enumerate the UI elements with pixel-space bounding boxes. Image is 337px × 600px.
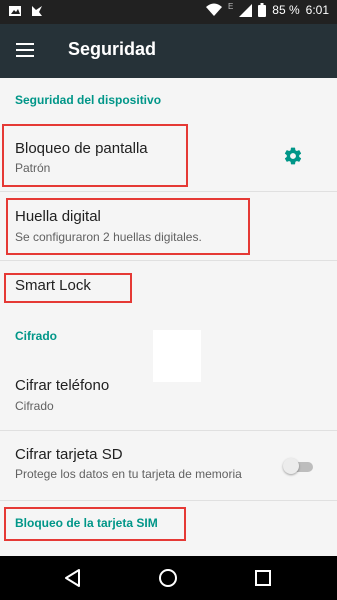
page-title: Seguridad: [68, 39, 157, 59]
encrypt-sd-subtitle: Protege los datos en tu tarjeta de memor…: [15, 467, 242, 481]
gear-icon[interactable]: [283, 146, 303, 166]
status-bar: E 85 % 6:01: [0, 0, 337, 24]
battery-percent: 85 %: [272, 3, 300, 17]
menu-icon[interactable]: [16, 40, 38, 60]
section-header-device: Seguridad del dispositivo: [15, 93, 162, 107]
recents-icon[interactable]: [253, 568, 273, 588]
screen-lock-subtitle: Patrón: [15, 161, 51, 175]
wifi-icon: [205, 3, 222, 16]
clock: 6:01: [305, 3, 329, 17]
encrypt-phone-subtitle: Cifrado: [15, 399, 54, 413]
section-header-encryption: Cifrado: [15, 329, 57, 343]
navigation-bar: [0, 556, 337, 600]
screen-lock-title: Bloqueo de pantalla: [15, 140, 148, 157]
divider: [0, 500, 337, 501]
app-bar: Seguridad: [0, 24, 337, 78]
encrypt-sd-item[interactable]: Cifrar tarjeta SD Protege los datos en t…: [0, 431, 337, 501]
back-icon[interactable]: [63, 568, 83, 588]
section-header-sim: Bloqueo de la tarjeta SIM: [15, 516, 158, 530]
flag-icon: [32, 6, 42, 16]
smart-lock-title: Smart Lock: [15, 277, 91, 294]
smart-lock-item[interactable]: Smart Lock: [0, 261, 337, 313]
network-type-label: E: [227, 1, 234, 11]
signal-icon: [239, 3, 253, 17]
fingerprint-item[interactable]: Huella digital Se configuraron 2 huellas…: [0, 192, 337, 260]
encrypt-sd-toggle[interactable]: [283, 458, 313, 474]
screen-lock-item[interactable]: Bloqueo de pantalla Patrón: [0, 122, 337, 190]
blank-overlay: [153, 330, 201, 382]
encrypt-sd-title: Cifrar tarjeta SD: [15, 446, 123, 463]
settings-list: Seguridad del dispositivo Bloqueo de pan…: [0, 78, 337, 556]
encrypt-phone-title: Cifrar teléfono: [15, 377, 110, 394]
battery-icon: [258, 3, 267, 17]
home-icon[interactable]: [158, 568, 178, 588]
fingerprint-title: Huella digital: [15, 208, 101, 225]
fingerprint-subtitle: Se configuraron 2 huellas digitales.: [15, 230, 202, 244]
picture-icon: [9, 6, 21, 16]
